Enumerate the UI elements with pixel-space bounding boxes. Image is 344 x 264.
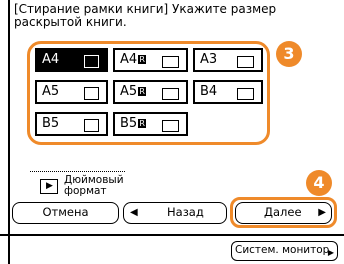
rotate-mark-icon: R [138,87,147,96]
size-label: A5 [120,84,138,99]
size-label: A5 [42,84,60,99]
triangle-left-icon: ◀ [130,207,138,218]
portrait-page-icon [84,119,99,132]
landscape-page-icon [162,56,179,68]
step-3-callout: 3 [276,41,302,67]
portrait-page-icon [84,55,99,68]
triangle-right-icon: ▶ [318,207,326,218]
size-button-b4[interactable]: B4 [193,80,263,104]
inch-format-label: Дюймовый формат [64,174,124,197]
size-label: B5 [42,116,60,131]
cancel-label: Отмена [42,205,89,219]
size-button-a5r[interactable]: A5 R [113,80,188,104]
inch-format-toggle[interactable]: ▶ Дюймовый формат [40,174,140,199]
step-4-callout: 4 [306,170,332,196]
portrait-page-icon [84,87,99,100]
size-button-b5[interactable]: B5 [35,112,108,136]
size-button-a4[interactable]: A4 [35,48,108,72]
back-label: Назад [167,205,204,219]
size-label: B5 [120,116,138,131]
landscape-page-icon [162,120,179,132]
landscape-page-icon [162,88,179,100]
landscape-page-icon [237,56,254,68]
size-label: B4 [200,84,218,99]
page-title: [Стирание рамки книги] Укажите размер ра… [14,2,277,29]
size-label: A4 [120,52,138,67]
left-divider [8,0,10,264]
cancel-button[interactable]: Отмена [12,202,119,224]
next-button[interactable]: Далее ▶ [235,202,332,224]
size-button-a3[interactable]: A3 [193,48,263,72]
rotate-mark-icon: R [138,55,147,64]
size-button-b5r[interactable]: B5 R [113,112,188,136]
landscape-page-icon [237,88,254,100]
separator-dots [30,171,125,172]
rotate-mark-icon: R [138,119,147,128]
back-button[interactable]: ◀ Назад [123,202,227,224]
size-label: A3 [200,52,218,67]
next-label: Далее [264,205,302,219]
triangle-right-icon: ▶ [327,248,334,257]
system-monitor-label: Систем. монитор [235,244,330,256]
triangle-right-icon: ▶ [40,179,58,194]
size-label: A4 [42,52,60,67]
size-button-a5[interactable]: A5 [35,80,108,104]
size-button-a4r[interactable]: A4 R [113,48,188,72]
system-monitor-button[interactable]: Систем. монитор ▶ [231,241,338,261]
